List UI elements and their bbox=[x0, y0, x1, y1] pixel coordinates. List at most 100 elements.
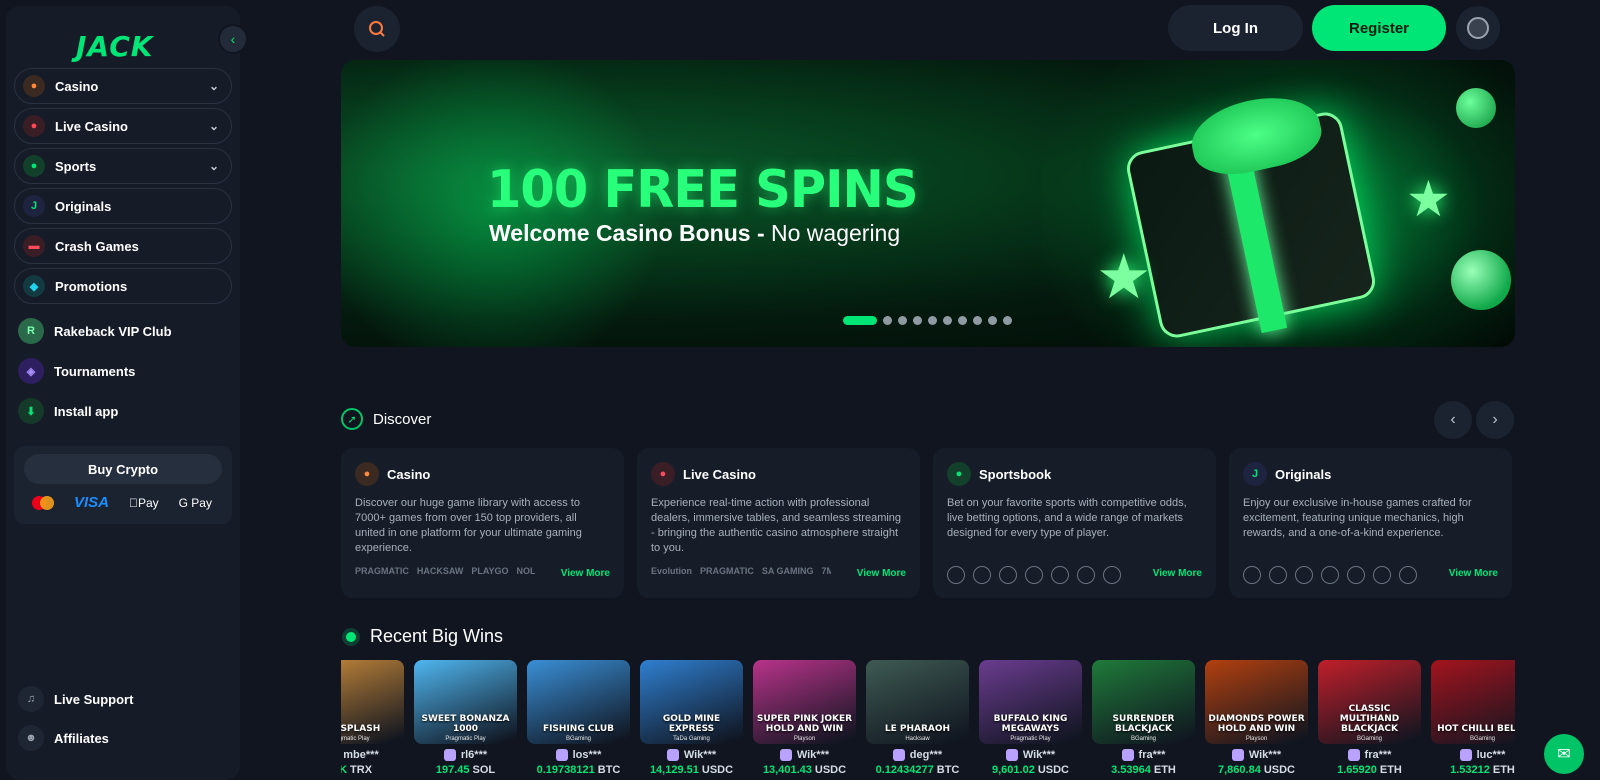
sidebar-item-originals[interactable]: J Originals bbox=[14, 188, 232, 224]
sidebar-item-casino[interactable]: ● Casino ⌄ bbox=[14, 68, 232, 104]
headset-icon: ♫ bbox=[18, 686, 44, 712]
game-thumbnail[interactable]: LE PHARAOH Hacksaw bbox=[866, 660, 969, 744]
card-description: Bet on your favorite sports with competi… bbox=[947, 497, 1187, 539]
provider-logos: PRAGMATICHACKSAWPLAYGONOLIMIT bbox=[355, 566, 535, 576]
win-currency: USDC bbox=[814, 764, 847, 776]
carousel-dot[interactable] bbox=[973, 316, 982, 325]
search-button[interactable] bbox=[354, 6, 400, 52]
discover-card-originals[interactable]: J Originals Enjoy our exclusive in-house … bbox=[1229, 448, 1512, 598]
collapse-sidebar-button[interactable]: ‹ bbox=[218, 24, 248, 54]
win-tile[interactable]: SWEET BONANZA 1000 Pragmatic Play rl6*** 19… bbox=[414, 660, 517, 776]
win-tile[interactable]: GOLD MINE EXPRESS TaDa Gaming Wik*** 14,129… bbox=[640, 660, 743, 776]
sidebar-item-vip[interactable]: R Rakeback VIP Club bbox=[18, 318, 172, 344]
carousel-dot[interactable] bbox=[928, 316, 937, 325]
discover-heading: ➚ Discover bbox=[341, 408, 431, 430]
carousel-dot[interactable] bbox=[898, 316, 907, 325]
win-amount: 0.19738121 bbox=[536, 764, 595, 776]
game-thumbnail[interactable]: HOT CHILLI BELLS BGaming bbox=[1431, 660, 1515, 744]
game-thumbnail[interactable]: FISHING CLUB BGaming bbox=[527, 660, 630, 744]
promotions-icon: ◆ bbox=[23, 275, 45, 297]
casino-icon: ● bbox=[23, 75, 45, 97]
win-tile[interactable]: HOT CHILLI BELLS BGaming luc*** 1.53212ETH bbox=[1431, 660, 1515, 776]
basketball-icon bbox=[973, 566, 991, 584]
language-button[interactable] bbox=[1456, 6, 1500, 50]
winner-name: luc*** bbox=[1476, 749, 1506, 761]
win-currency: TRX bbox=[350, 764, 373, 776]
card-description: Discover our huge game library with acce… bbox=[355, 497, 582, 554]
win-currency: USDC bbox=[1263, 764, 1295, 776]
discover-card-casino[interactable]: ● Casino Discover our huge game library w… bbox=[341, 448, 624, 598]
orb-decoration bbox=[1451, 250, 1511, 310]
live-casino-icon: ● bbox=[23, 115, 45, 137]
win-tile[interactable]: SUPER PINK JOKER HOLD AND WIN Playson Wik*… bbox=[753, 660, 856, 776]
view-more-link[interactable]: View More bbox=[1449, 568, 1498, 579]
game-provider: agmatic Play bbox=[341, 736, 370, 742]
game-thumbnail[interactable]: SUPER PINK JOKER HOLD AND WIN Playson bbox=[753, 660, 856, 744]
win-amount: 1.53212 bbox=[1450, 764, 1490, 776]
sidebar-item-crash-games[interactable]: ▬ Crash Games bbox=[14, 228, 232, 264]
win-tile[interactable]: LE PHARAOH Hacksaw deg*** 0.12434277 BTC bbox=[866, 660, 969, 776]
sidebar-item-live-support[interactable]: ♫ Live Support bbox=[18, 686, 133, 712]
win-tile[interactable]: SS SPLASH agmatic Play mbe*** 0KTRX bbox=[341, 660, 404, 776]
game-provider: BGaming bbox=[1469, 736, 1495, 742]
game-thumbnail[interactable]: SS SPLASH agmatic Play bbox=[341, 660, 404, 744]
register-button[interactable]: Register bbox=[1312, 5, 1446, 51]
tennis-icon bbox=[999, 566, 1017, 584]
win-amount: 13,401.43 bbox=[762, 764, 812, 776]
win-currency: ETH bbox=[1153, 764, 1176, 776]
win-tile[interactable]: CLASSIC MULTIHAND BLACKJACK BGaming fra***… bbox=[1318, 660, 1421, 776]
chat-button[interactable]: ✉ bbox=[1544, 734, 1584, 774]
buy-crypto-button[interactable]: Buy Crypto bbox=[24, 454, 222, 484]
discover-prev-button[interactable]: ‹ bbox=[1434, 401, 1472, 439]
view-more-link[interactable]: View More bbox=[857, 568, 906, 579]
carousel-dot[interactable] bbox=[913, 316, 922, 325]
winner-name: mbe*** bbox=[343, 749, 379, 761]
game-thumbnail[interactable]: SWEET BONANZA 1000 Pragmatic Play bbox=[414, 660, 517, 744]
sidebar-item-sports[interactable]: ● Sports ⌄ bbox=[14, 148, 232, 184]
sidebar-item-tournaments[interactable]: ◈ Tournaments bbox=[18, 358, 135, 384]
originals-icon: J bbox=[1243, 462, 1267, 486]
chevron-down-icon: ⌄ bbox=[208, 79, 219, 93]
game-thumbnail[interactable]: CLASSIC MULTIHAND BLACKJACK BGaming bbox=[1318, 660, 1421, 744]
google-pay-logo: G Pay bbox=[178, 495, 212, 510]
win-tile[interactable]: SURRENDER BLACKJACK BGaming fra*** 3.53964 E… bbox=[1092, 660, 1195, 776]
win-tile[interactable]: DIAMONDS POWER HOLD AND WIN Playson Wik***… bbox=[1205, 660, 1308, 776]
sidebar-item-label: Promotions bbox=[55, 278, 128, 294]
game-thumbnail[interactable]: BUFFALO KING MEGAWAYS Pragmatic Play bbox=[979, 660, 1082, 744]
horse-racing-icon bbox=[1077, 566, 1095, 584]
carousel-dot[interactable] bbox=[1003, 316, 1012, 325]
view-more-link[interactable]: View More bbox=[561, 568, 610, 579]
promo-banner[interactable]: ★ ★ 100 FREE SPINS Welcome Casino Bonus … bbox=[341, 60, 1515, 347]
discover-card-sportsbook[interactable]: ● Sportsbook Bet on your favorite sports … bbox=[933, 448, 1216, 598]
originals-icon: J bbox=[23, 195, 45, 217]
carousel-dot[interactable] bbox=[943, 316, 952, 325]
sidebar-item-affiliates[interactable]: ☻ Affiliates bbox=[18, 725, 109, 751]
win-amount: 14,129.51 bbox=[649, 764, 699, 776]
sidebar-item-live-casino[interactable]: ● Live Casino ⌄ bbox=[14, 108, 232, 144]
discover-next-button[interactable]: › bbox=[1476, 401, 1514, 439]
winner-name: fra*** bbox=[1364, 749, 1392, 761]
winner-name: Wik*** bbox=[1022, 749, 1056, 761]
provider-logos: EvolutionPRAGMATICSA GAMING7MOJOS bbox=[651, 566, 831, 576]
card-title: Casino bbox=[387, 466, 431, 482]
carousel-dot[interactable] bbox=[958, 316, 967, 325]
game-name: SUPER PINK JOKER HOLD AND WIN bbox=[756, 714, 853, 734]
win-amount: 7,860.84 bbox=[1218, 764, 1261, 776]
game-thumbnail[interactable]: GOLD MINE EXPRESS TaDa Gaming bbox=[640, 660, 743, 744]
win-tile[interactable]: BUFFALO KING MEGAWAYS Pragmatic Play Wik**… bbox=[979, 660, 1082, 776]
sidebar-item-promotions[interactable]: ◆ Promotions bbox=[14, 268, 232, 304]
game-thumbnail[interactable]: SURRENDER BLACKJACK BGaming bbox=[1092, 660, 1195, 744]
carousel-dot[interactable] bbox=[883, 316, 892, 325]
view-more-link[interactable]: View More bbox=[1153, 568, 1202, 579]
sidebar-item-install-app[interactable]: ⬇ Install app bbox=[18, 398, 118, 424]
discover-card-live-casino[interactable]: ● Live Casino Experience real-time action… bbox=[637, 448, 920, 598]
sidebar-item-label: Crash Games bbox=[55, 238, 139, 254]
sports-icon: ● bbox=[23, 155, 45, 177]
login-button[interactable]: Log In bbox=[1168, 5, 1303, 51]
game-thumbnail[interactable]: DIAMONDS POWER HOLD AND WIN Playson bbox=[1205, 660, 1308, 744]
brand-logo[interactable]: JACK bbox=[76, 30, 153, 63]
win-tile[interactable]: FISHING CLUB BGaming los*** 0.19738121 BTC bbox=[527, 660, 630, 776]
card-description: Enjoy our exclusive in-house games craft… bbox=[1243, 497, 1472, 539]
carousel-dot[interactable] bbox=[988, 316, 997, 325]
carousel-dot[interactable] bbox=[843, 316, 877, 325]
